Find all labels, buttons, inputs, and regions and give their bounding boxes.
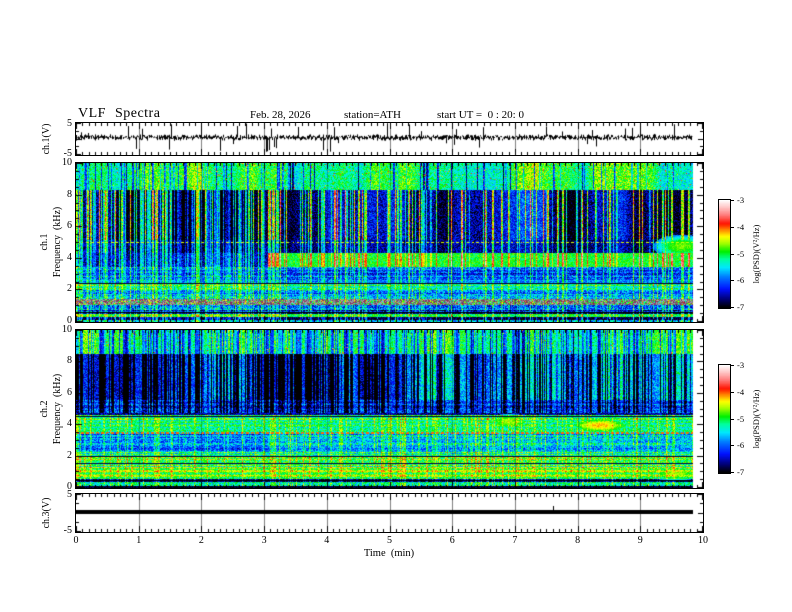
spec2-ytick-label: 8 xyxy=(67,355,72,367)
time-tick-label: 8 xyxy=(575,535,581,546)
time-tick-label: 1 xyxy=(136,535,142,546)
time-tick-label: 3 xyxy=(261,535,267,546)
trace3-ytick-label: -5 xyxy=(63,525,72,536)
ch1-spectrogram-panel xyxy=(75,162,704,323)
spec1-ytick-label: 6 xyxy=(67,220,72,232)
trace1-ytick-label: 5 xyxy=(67,118,72,129)
colorbar-ch2-tick xyxy=(730,419,734,420)
ch2-spectrogram-panel xyxy=(75,329,704,489)
spec1-ytick-label: 2 xyxy=(67,283,72,295)
colorbar-ch2-tick xyxy=(730,365,734,366)
vlf-spectra-figure: VLF Spectra Feb. 28, 2026 station=ATH st… xyxy=(0,0,792,612)
ch2-spectrogram-canvas xyxy=(76,330,703,488)
colorbar-ch1-tick xyxy=(730,227,734,228)
colorbar-ch1-tick-label: -6 xyxy=(737,275,745,285)
spec2-ytick-label: 2 xyxy=(67,449,72,461)
colorbar-ch1-gradient xyxy=(719,200,730,308)
colorbar-ch2-tick-label: -4 xyxy=(737,386,745,397)
time-tick-label: 10 xyxy=(698,535,708,546)
colorbar-ch2-tick-label: -6 xyxy=(737,440,745,450)
colorbar-ch1-tick-label: -3 xyxy=(737,194,745,205)
spec2-frequency-axis-label: Frequency (kHz) xyxy=(52,373,63,445)
spec1-ytick-label: 10 xyxy=(62,157,72,168)
spec2-ytick-label: 10 xyxy=(62,324,72,335)
trace1-ytick-label: -5 xyxy=(63,148,72,159)
spec2-channel-axis-label: ch.2 xyxy=(39,400,50,418)
colorbar-ch1-tick xyxy=(730,254,734,255)
colorbar-ch2-tick-label: -5 xyxy=(737,413,745,424)
spec1-channel-axis-label: ch.1 xyxy=(39,233,50,251)
ch1-waveform-canvas xyxy=(76,123,703,155)
time-axis-title: Time (min) xyxy=(363,548,415,559)
header-station: station=ATH xyxy=(344,109,401,121)
spec2-ytick-label: 6 xyxy=(67,386,72,398)
ch3-voltage-axis-label: ch.3(V) xyxy=(41,497,52,529)
time-tick-label: 4 xyxy=(324,535,330,546)
ch1-spectrogram-canvas xyxy=(76,163,703,322)
time-tick-label: 2 xyxy=(198,535,204,546)
trace3-ytick-label: 5 xyxy=(67,489,72,500)
colorbar-ch2-title: log(PSD)(V²/Hz) xyxy=(750,389,761,449)
colorbar-ch2-tick xyxy=(730,392,734,393)
ch1-voltage-axis-label: ch.1(V) xyxy=(41,123,52,155)
colorbar-ch1-tick-label: -4 xyxy=(737,221,745,232)
time-tick-label: 0 xyxy=(73,535,79,546)
time-tick-label: 6 xyxy=(449,535,455,546)
spec1-ytick-label: 8 xyxy=(67,188,72,200)
colorbar-ch1-tick-label: -5 xyxy=(737,248,745,259)
colorbar-ch1-tick-label: -7 xyxy=(737,301,745,312)
ch1-waveform-panel xyxy=(75,122,704,156)
colorbar-ch1-tick xyxy=(730,307,734,308)
time-tick-label: 5 xyxy=(387,535,392,546)
colorbar-ch1-tick xyxy=(730,200,734,201)
colorbar-ch1-tick xyxy=(730,280,734,281)
ch3-waveform-canvas xyxy=(76,494,703,532)
ch3-waveform-panel xyxy=(75,493,704,533)
time-tick-label: 9 xyxy=(637,535,643,546)
spec2-ytick-label: 4 xyxy=(67,418,72,430)
plot-title: VLF Spectra xyxy=(78,106,161,121)
colorbar-ch1-title: log(PSD)(V²/Hz) xyxy=(750,224,761,284)
spec1-frequency-axis-label: Frequency (kHz) xyxy=(52,206,63,278)
colorbar-ch2-tick-label: -3 xyxy=(737,359,745,370)
header-date: Feb. 28, 2026 xyxy=(250,109,311,121)
colorbar-ch2-gradient xyxy=(719,365,730,473)
spec1-ytick-label: 4 xyxy=(67,251,72,263)
colorbar-ch2-tick-label: -7 xyxy=(737,466,745,477)
time-tick-label: 7 xyxy=(512,535,518,546)
colorbar-ch2-tick xyxy=(730,472,734,473)
header-start-ut: start UT = 0 : 20: 0 xyxy=(437,109,524,121)
colorbar-ch2-tick xyxy=(730,445,734,446)
